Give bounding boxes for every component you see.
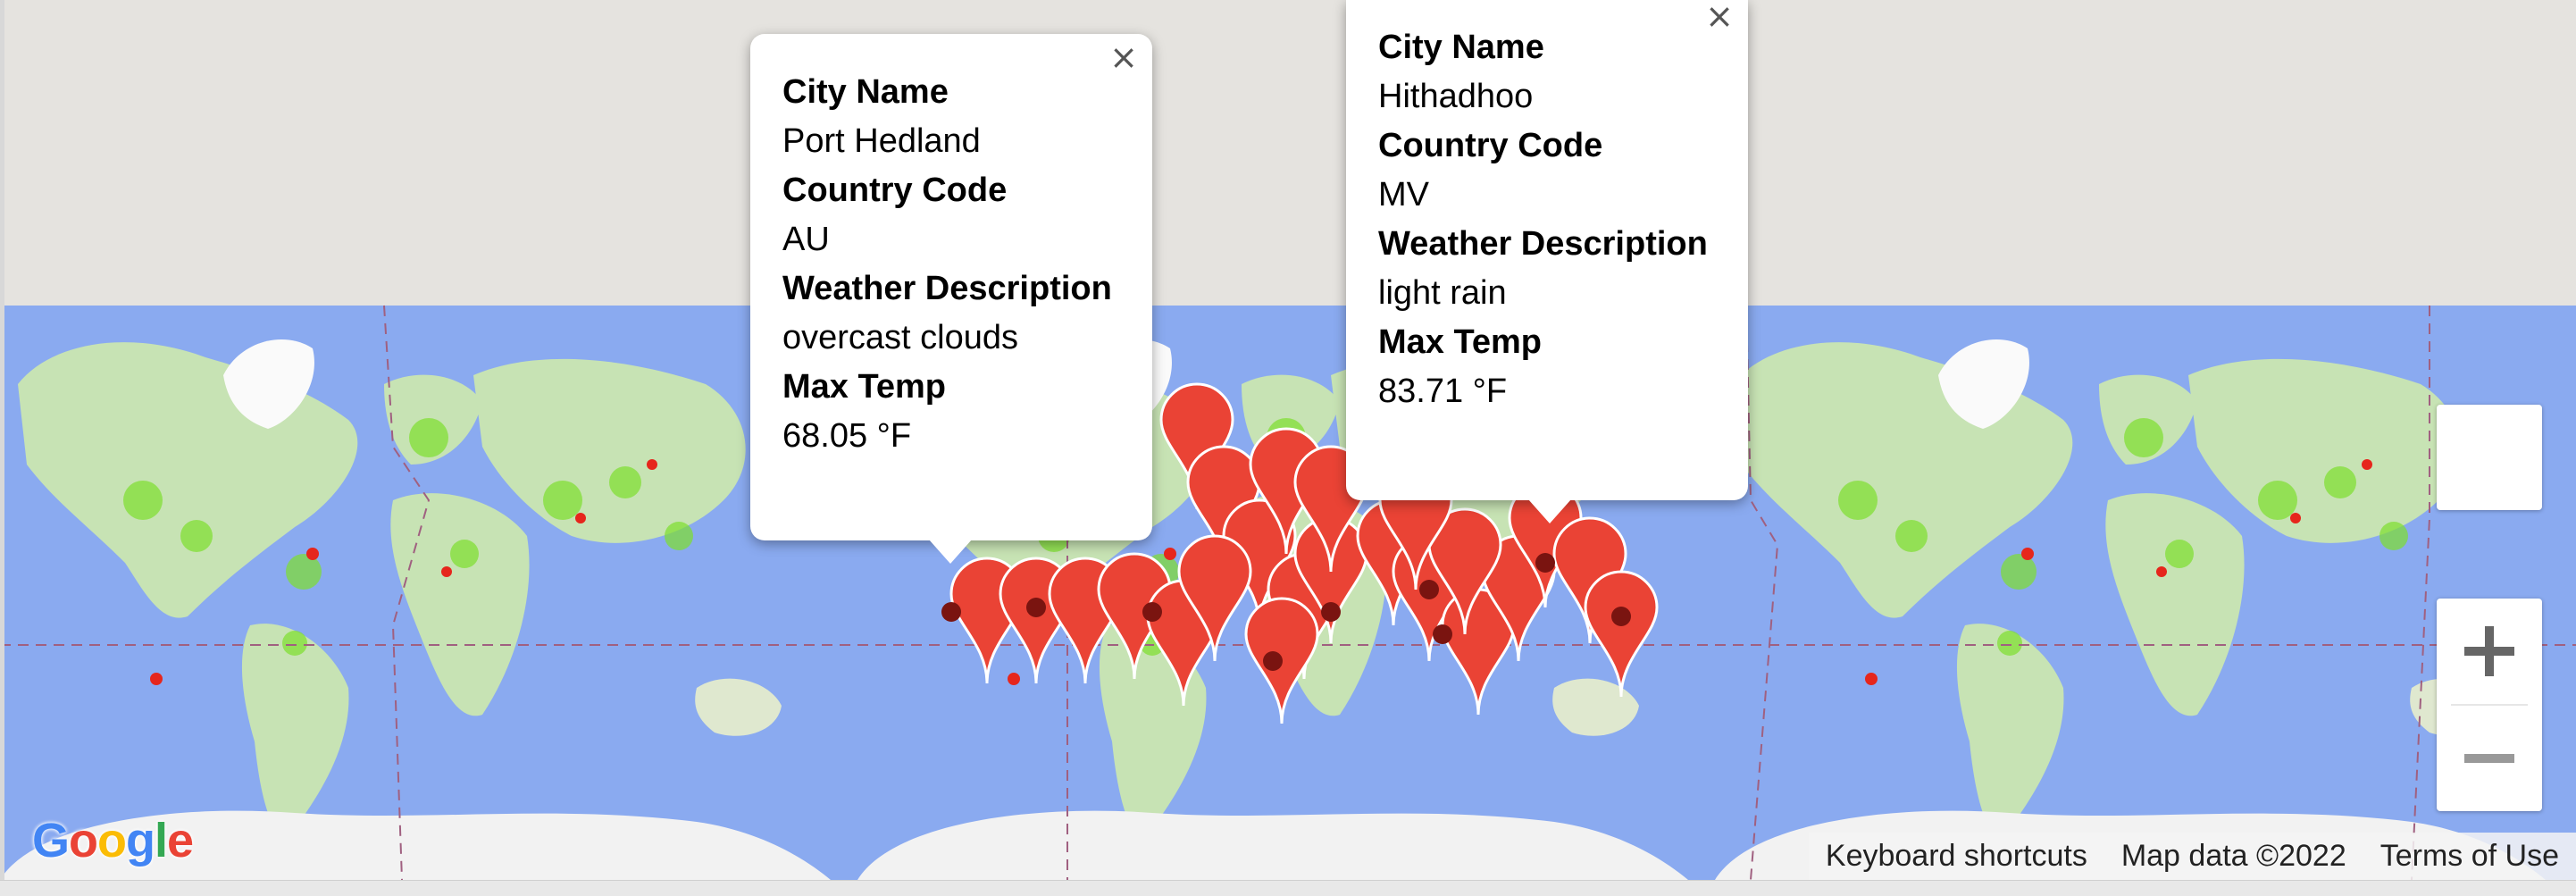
zoom-control [2437, 599, 2542, 811]
country-code-value: AU [782, 221, 830, 258]
city-name-label: City Name [1378, 29, 1544, 66]
world-map [0, 0, 2576, 880]
zoom-out-button[interactable] [2437, 706, 2542, 811]
close-icon[interactable]: × [1703, 0, 1735, 33]
city-name-value: Hithadhoo [1378, 78, 1534, 115]
country-code-value: MV [1378, 176, 1429, 214]
max-temp-value: 68.05 °F [782, 417, 912, 455]
city-name-value: Port Hedland [782, 122, 981, 160]
info-window-tail [929, 540, 972, 564]
country-code-label: Country Code [782, 172, 1008, 209]
keyboard-shortcuts-link[interactable]: Keyboard shortcuts [1809, 839, 2104, 874]
google-logo[interactable]: Google [32, 813, 194, 868]
weather-description-value: overcast clouds [782, 319, 1019, 356]
weather-description-label: Weather Description [1378, 225, 1708, 263]
max-temp-label: Max Temp [1378, 323, 1543, 361]
close-icon[interactable]: × [1108, 40, 1140, 74]
map-canvas[interactable]: × City Name Port Hedland Country Code AU… [0, 0, 2576, 880]
info-window-hithadhoo: × City Name Hithadhoo Country Code MV We… [1346, 0, 1748, 523]
info-window-port-hedland: × City Name Port Hedland Country Code AU… [750, 34, 1152, 564]
minus-icon [2464, 754, 2514, 763]
weather-description-value: light rain [1378, 274, 1507, 312]
bottom-strip [0, 880, 2576, 896]
plus-icon [2464, 626, 2514, 676]
terms-of-use-link[interactable]: Terms of Use [2363, 839, 2576, 874]
info-window-tail [1528, 499, 1571, 523]
attribution-bar: Keyboard shortcuts Map data ©2022 Terms … [1808, 833, 2576, 880]
zoom-in-button[interactable] [2437, 599, 2542, 704]
map-data-text: Map data ©2022 [2120, 839, 2346, 873]
max-temp-label: Max Temp [782, 368, 947, 406]
weather-description-label: Weather Description [782, 270, 1112, 307]
map-left-edge [0, 0, 4, 880]
max-temp-value: 83.71 °F [1378, 373, 1508, 410]
country-code-label: Country Code [1378, 127, 1603, 164]
city-name-label: City Name [782, 73, 949, 111]
fullscreen-button[interactable] [2437, 405, 2542, 510]
